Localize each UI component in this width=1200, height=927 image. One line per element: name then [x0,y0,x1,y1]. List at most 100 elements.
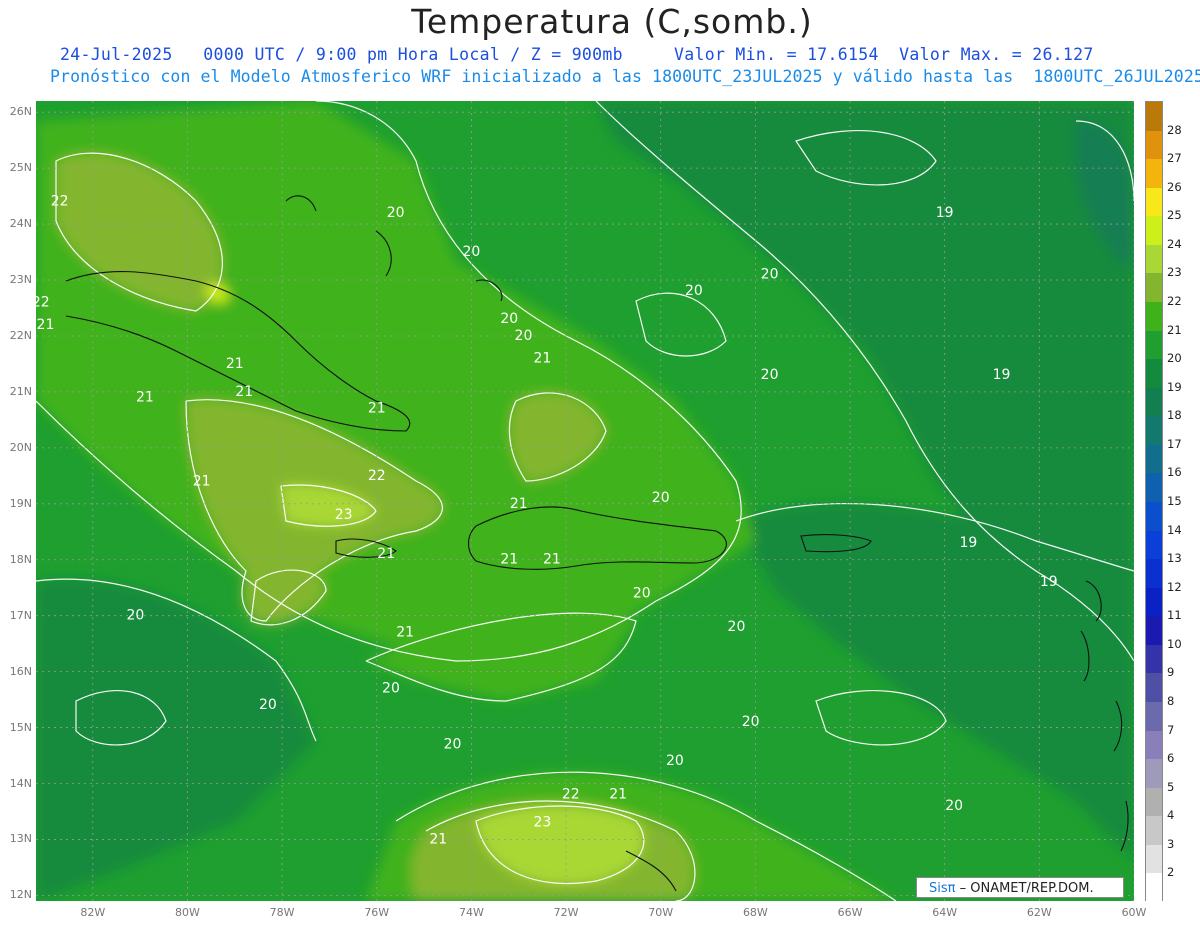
temperature-map: 22222121212121 2223212021202020212322 2120… [36,101,1134,901]
latitude-label: 21N [9,384,32,398]
latitude-label: 23N [9,273,32,287]
contour-label: 19 [936,205,954,221]
colorbar-label: 12 [1167,579,1182,594]
colorbar-segment [1146,216,1162,246]
colorbar-label: 18 [1167,408,1182,423]
latitude-label: 22N [9,328,32,342]
contour-label: 20 [945,798,963,814]
colorbar-segment [1146,244,1162,274]
contour-label: 20 [685,283,703,299]
contour-label: 19 [959,535,977,551]
colorbar-segment [1146,530,1162,560]
contour-label: 21 [377,546,395,562]
colorbar-label: 8 [1167,694,1175,708]
colorbar-segment [1146,673,1162,703]
colorbar-label: 13 [1167,551,1182,566]
colorbar-segment [1146,102,1162,132]
contour-label: 21 [136,390,154,406]
colorbar-label: 7 [1167,722,1175,737]
colorbar-label: 10 [1167,636,1182,651]
contour-label: 20 [742,714,760,730]
latitude-label: 17N [9,608,32,622]
contour-label: 21 [193,473,211,489]
contour-label: 20 [126,608,144,624]
colorbar-segment [1146,302,1162,332]
latitude-label: 13N [9,832,32,846]
colorbar-label: 4 [1167,808,1175,823]
longitude-label: 80W [175,906,200,919]
colorbar-label: 17 [1167,436,1182,451]
latitude-label: 16N [9,664,32,678]
contour-label: 21 [543,552,561,568]
colorbar-label: 27 [1167,151,1182,166]
contour-label: 22 [368,468,386,484]
longitude-label: 82W [80,906,106,919]
colorbar-segment [1146,330,1162,360]
longitude-label: 64W [932,906,958,919]
contour-label: 19 [1040,574,1058,590]
colorbar-label: 20 [1167,351,1182,366]
contour-label: 21 [429,831,447,847]
sispi-logo: Sisπ [929,881,956,896]
colorbar-segment [1146,702,1162,732]
colorbar-label: 16 [1167,465,1182,480]
colorbar-segment [1146,730,1162,760]
longitude-label: 60W [1121,906,1147,919]
credit-box: Sisπ – ONAMET/REP.DOM. [916,877,1124,898]
longitude-label: 78W [269,906,295,919]
longitude-label: 70W [648,906,674,919]
contour-label: 21 [500,552,518,568]
contour-label: 20 [633,585,651,601]
longitude-label: 72W [553,906,579,919]
colorbar-segment [1146,473,1162,503]
colorbar-label: 6 [1167,751,1175,766]
model-info-subtitle: Pronóstico con el Modelo Atmosferico WRF… [50,67,1200,86]
contour-label: 20 [259,697,277,713]
contour-label: 20 [515,328,533,344]
contour-label: 19 [993,367,1011,383]
contour-label: 20 [761,367,779,383]
colorbar-label: 15 [1167,494,1182,508]
longitude-label: 68W [742,906,768,919]
contour-label: 21 [609,787,627,803]
colorbar-label: 28 [1167,122,1182,137]
colorbar-label: 25 [1167,208,1182,223]
contour-label: 23 [335,507,353,523]
valid-time-subtitle: 24-Jul-2025 0000 UTC / 9:00 pm Hora Loca… [60,45,1094,64]
contour-label: 20 [382,680,400,696]
latitude-label: 26N [9,105,32,119]
contour-label: 22 [51,194,69,210]
colorbar-label: 11 [1167,608,1182,623]
colorbar-segment [1146,844,1162,874]
longitude-label: 66W [837,906,863,919]
latitude-label: 15N [9,720,32,734]
colorbar-segment [1146,444,1162,474]
colorbar-segment [1146,159,1162,189]
colorbar-label: 24 [1167,236,1182,251]
contour-label: 23 [533,815,551,831]
contour-label: 21 [368,401,386,417]
colorbar-label: 14 [1167,522,1182,537]
colorbar-segment [1146,873,1162,903]
latitude-label: 20N [9,440,32,454]
contour-label: 22 [36,294,50,310]
contour-label: 20 [500,311,518,327]
colorbar-segment [1146,816,1162,846]
contour-label: 20 [444,736,462,752]
colorbar-label: 23 [1167,265,1182,280]
colorbar-label: 9 [1167,665,1175,680]
contour-label: 20 [387,205,405,221]
colorbar-segment [1146,187,1162,217]
colorbar-segment [1146,644,1162,674]
contour-label: 20 [761,266,779,282]
contour-label: 20 [728,619,746,635]
credit-text: – ONAMET/REP.DOM. [959,881,1094,896]
colorbar-segment [1146,759,1162,789]
colorbar-segment [1146,787,1162,817]
colorbar-label: 26 [1167,179,1182,194]
colorbar-segment [1146,130,1162,160]
latitude-label: 14N [9,776,32,790]
colorbar-segment [1146,416,1162,446]
contour-label: 21 [396,624,414,640]
colorbar-label: 21 [1167,322,1182,337]
